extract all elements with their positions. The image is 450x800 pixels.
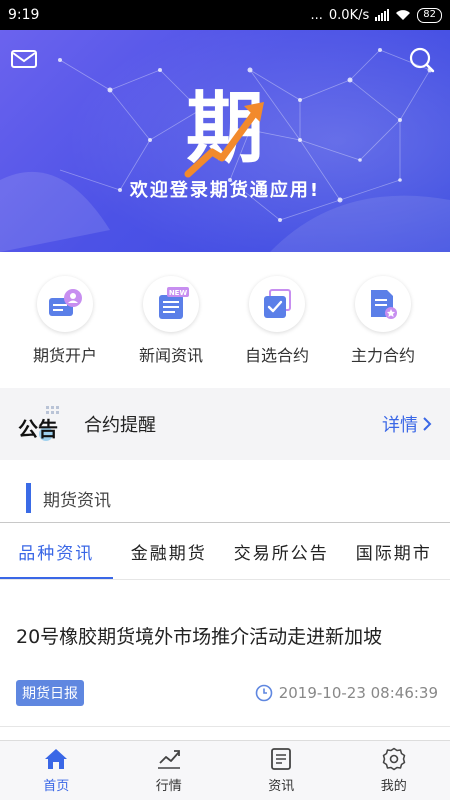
news-icon: NEW — [143, 276, 199, 332]
tab-variety-news[interactable]: 品种资讯 — [0, 530, 113, 580]
section-header: 期货资讯 — [0, 474, 450, 522]
quick-item-watchlist[interactable]: 自选合约 — [224, 252, 330, 388]
status-bar: 9:19 ... 0.0K/s 82 — [0, 0, 450, 30]
quick-item-news[interactable]: NEW 新闻资讯 — [118, 252, 224, 388]
welcome-text: 欢迎登录期货通应用! — [129, 180, 321, 201]
quick-menu: 期货开户 NEW 新闻资讯 自选合约 主力合约 — [0, 252, 450, 388]
news-source-tag: 期货日报 — [16, 680, 84, 706]
watchlist-icon — [249, 276, 305, 332]
wifi-icon — [396, 10, 411, 20]
main-contract-icon — [355, 276, 411, 332]
nav-home[interactable]: 首页 — [0, 741, 113, 800]
divider — [0, 522, 450, 523]
battery-icon: 82 — [417, 7, 442, 23]
quick-item-label: 主力合约 — [350, 346, 415, 365]
trend-arrow-icon — [184, 102, 264, 178]
tab-financial-futures[interactable]: 金融期货 — [113, 530, 226, 580]
nav-label: 行情 — [155, 779, 182, 794]
section-accent-bar — [26, 483, 31, 513]
network-speed: 0.0K/s — [328, 7, 370, 23]
announcement-icon: 公告 — [16, 404, 72, 444]
news-tabs: 品种资讯 金融期货 交易所公告 国际期市 — [0, 530, 450, 580]
notice-details-link[interactable]: 详情 — [382, 411, 432, 437]
account-icon — [37, 276, 93, 332]
signal-icon — [375, 9, 390, 21]
quick-item-label: 新闻资讯 — [138, 346, 203, 365]
status-dots: ... — [310, 7, 323, 23]
document-icon — [271, 748, 292, 770]
news-title[interactable]: 20号橡胶期货境外市场推介活动走进新加坡 — [16, 622, 382, 649]
notice-text: 合约提醒 — [84, 415, 156, 436]
welcome-banner: 期 欢迎登录期货通应用! — [0, 30, 450, 252]
news-badge: NEW — [169, 289, 188, 297]
status-icons: ... 0.0K/s 82 — [310, 7, 442, 23]
divider — [0, 726, 450, 727]
section-title: 期货资讯 — [43, 490, 111, 511]
announcement-label: 公告 — [18, 417, 58, 441]
bottom-nav: 首页 行情 资讯 我的 — [0, 740, 450, 800]
settings-icon — [382, 747, 405, 771]
nav-label: 资讯 — [268, 779, 295, 794]
notice-bar[interactable]: 公告 合约提醒 详情 — [0, 388, 450, 460]
search-icon[interactable] — [408, 46, 436, 74]
nav-label: 首页 — [43, 779, 70, 794]
nav-market[interactable]: 行情 — [113, 741, 226, 800]
notice-more-label: 详情 — [382, 415, 418, 436]
mail-icon[interactable] — [10, 48, 38, 70]
chart-icon — [157, 750, 180, 769]
quick-item-main-contract[interactable]: 主力合约 — [330, 252, 436, 388]
chevron-right-icon — [423, 417, 432, 431]
nav-label: 我的 — [380, 779, 407, 794]
home-icon — [45, 749, 68, 769]
nav-news[interactable]: 资讯 — [225, 741, 338, 800]
news-list-item[interactable]: 20号橡胶期货境外市场推介活动走进新加坡 期货日报 2019-10-23 08:… — [0, 580, 450, 726]
nav-mine[interactable]: 我的 — [338, 741, 450, 800]
tab-international-futures[interactable]: 国际期市 — [338, 530, 450, 580]
news-time-text: 2019-10-23 08:46:39 — [278, 684, 438, 702]
status-time: 9:19 — [8, 7, 40, 23]
quick-item-label: 期货开户 — [32, 346, 97, 365]
quick-item-account[interactable]: 期货开户 — [12, 252, 118, 388]
tab-exchange-notices[interactable]: 交易所公告 — [225, 530, 338, 580]
quick-item-label: 自选合约 — [244, 346, 309, 365]
clock-icon — [255, 684, 272, 702]
news-timestamp: 2019-10-23 08:46:39 — [255, 684, 438, 702]
